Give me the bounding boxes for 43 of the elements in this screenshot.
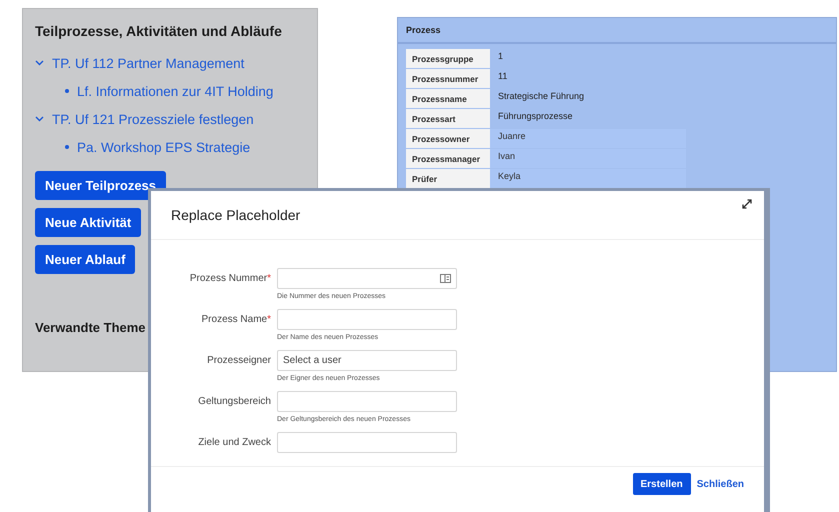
- tree-item[interactable]: Pa. Workshop EPS Strategie: [35, 133, 305, 161]
- tree-item[interactable]: Lf. Informationen zur 4IT Holding: [35, 77, 305, 105]
- panel-title: Prozess: [398, 18, 836, 44]
- panel-title: Teilprozesse, Aktivitäten und Abläufe: [35, 23, 283, 39]
- property-value: Ivan: [490, 149, 686, 168]
- input-field[interactable]: [277, 391, 457, 412]
- property-label: Prozessnummer: [406, 69, 490, 88]
- close-link[interactable]: Schließen: [696, 478, 744, 490]
- dialog-title: Replace Placeholder: [171, 207, 300, 223]
- property-label: Prozessmanager: [406, 149, 490, 168]
- tree-node[interactable]: TP. Uf 121 Prozessziele festlegen: [35, 105, 305, 133]
- field-label: Geltungsbereich: [197, 396, 271, 407]
- create-button[interactable]: Neuer Ablauf: [35, 245, 136, 274]
- property-label: Prozessgruppe: [406, 49, 490, 68]
- input-field[interactable]: [277, 432, 457, 453]
- field-label: Prozess Name*: [200, 314, 271, 325]
- property-value: Juanre: [490, 129, 686, 148]
- tree-node[interactable]: TP. Uf 112 Partner Management: [35, 49, 305, 77]
- chevron-icon[interactable]: [35, 116, 44, 122]
- property-value: Strategische Führung: [497, 90, 586, 103]
- bullet-icon: [65, 145, 69, 149]
- user-select[interactable]: Select a user: [277, 350, 457, 371]
- property-value: 1: [497, 50, 504, 63]
- number-field[interactable]: [277, 268, 457, 289]
- input-field[interactable]: [277, 309, 457, 330]
- property-value: 11: [497, 70, 508, 83]
- card-icon: [440, 274, 451, 283]
- field-label: Prozess Nummer*: [188, 273, 271, 284]
- section-title: Verwandte Theme: [35, 320, 146, 335]
- create-button[interactable]: Erstellen: [632, 473, 691, 495]
- field-label: Ziele und Zweck: [197, 437, 271, 448]
- property-value: Führungsprozesse: [497, 110, 574, 123]
- property-label: Prozessart: [406, 109, 490, 128]
- bullet-icon: [65, 89, 69, 93]
- expand-icon[interactable]: [742, 199, 752, 209]
- field-label: Prozesseigner: [206, 355, 271, 366]
- chevron-icon[interactable]: [35, 60, 44, 66]
- property-label: Prozessname: [406, 89, 490, 108]
- property-value: Keyla: [490, 169, 686, 188]
- create-button[interactable]: Neuer Teilprozess: [35, 171, 166, 200]
- property-label: Prozessowner: [406, 129, 490, 148]
- create-button[interactable]: Neue Aktivität: [35, 208, 142, 237]
- property-label: Prüfer: [406, 169, 490, 188]
